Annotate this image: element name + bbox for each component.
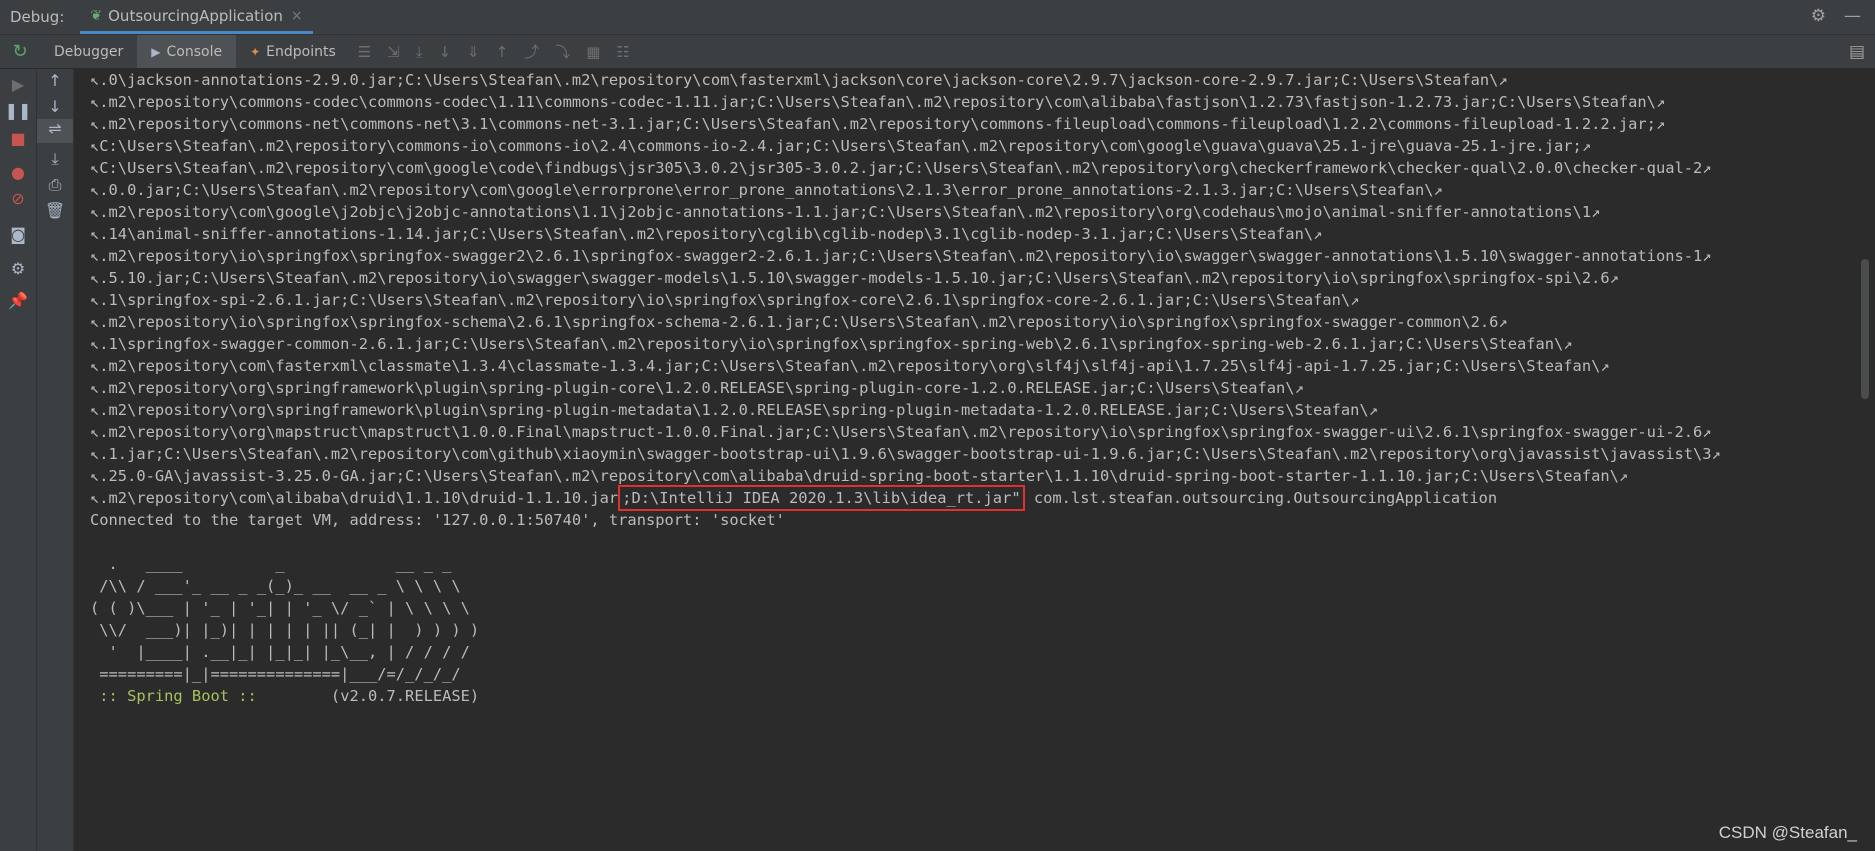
console-line: ↖C:\Users\Steafan\.m2\repository\commons… bbox=[90, 137, 1592, 155]
banner-line: /\\ / ___'_ __ _ _(_)_ __ __ _ \ \ \ \ bbox=[90, 577, 461, 595]
spring-boot-label: :: Spring Boot :: bbox=[90, 687, 331, 705]
spring-app-icon: ❦ bbox=[90, 7, 103, 24]
console-line: ↖.m2\repository\org\springframework\plug… bbox=[90, 379, 1304, 397]
console-output[interactable]: ↖.0\jackson-annotations-2.9.0.jar;C:\Use… bbox=[74, 69, 1855, 851]
connected-message: Connected to the target VM, address: '12… bbox=[90, 511, 785, 529]
tab-debugger-label: Debugger bbox=[54, 43, 124, 60]
scroll-to-end-icon[interactable]: ⤓ bbox=[37, 149, 73, 169]
step-out-icon[interactable]: ↑ bbox=[488, 43, 517, 61]
pause-icon[interactable]: ❚❚ bbox=[0, 101, 36, 120]
pin-icon[interactable]: 📌 bbox=[0, 291, 36, 310]
run-config-tab[interactable]: ❦ OutsourcingApplication × bbox=[80, 0, 313, 34]
banner-line: ( ( )\___ | '_ | '_| | '_ \/ _` | \ \ \ … bbox=[90, 599, 470, 617]
soft-wrap-icon[interactable]: ⇌ bbox=[37, 119, 73, 143]
evaluate-expression-icon[interactable]: ▦ bbox=[578, 43, 608, 61]
scrollbar-thumb[interactable] bbox=[1861, 259, 1869, 399]
console-line: ↖.m2\repository\com\google\j2objc\j2objc… bbox=[90, 203, 1601, 221]
run-to-cursor-icon[interactable]: ⤵ bbox=[547, 41, 578, 62]
view-breakpoints-icon[interactable]: ● bbox=[0, 163, 36, 182]
console-line: ↖.1.jar;C:\Users\Steafan\.m2\repository\… bbox=[90, 445, 1721, 463]
up-arrow-icon[interactable]: ↑ bbox=[37, 71, 73, 90]
stop-icon[interactable]: ■ bbox=[0, 129, 36, 148]
endpoints-icon: ✦ bbox=[250, 44, 261, 59]
console-line: ↖.m2\repository\io\springfox\springfox-s… bbox=[90, 313, 1508, 331]
rerun-icon[interactable]: ↻ bbox=[0, 41, 40, 62]
console-actions-strip: ↑ ↓ ⇌ ⤓ ⎙ 🗑 bbox=[37, 69, 74, 851]
spring-boot-version-line: :: Spring Boot :: (v2.0.7.RELEASE) bbox=[90, 685, 479, 707]
console-scrollbar[interactable] bbox=[1855, 69, 1875, 851]
console-line: ↖.m2\repository\org\springframework\plug… bbox=[90, 401, 1378, 419]
step-over-icon[interactable]: ⤓ bbox=[408, 43, 431, 61]
tab-debugger[interactable]: Debugger bbox=[40, 35, 137, 68]
console-line: ↖.m2\repository\commons-codec\commons-co… bbox=[90, 93, 1666, 111]
debug-label: Debug: bbox=[10, 8, 65, 26]
console-line: ↖.m2\repository\commons-net\commons-net\… bbox=[90, 115, 1666, 133]
force-step-into-icon[interactable]: ⇓ bbox=[459, 43, 488, 61]
console-line: ↖.1\springfox-swagger-common-2.6.1.jar;C… bbox=[90, 335, 1573, 353]
clear-all-icon[interactable]: 🗑 bbox=[37, 201, 73, 220]
menu-icon[interactable]: ☰ bbox=[350, 43, 379, 61]
down-arrow-icon[interactable]: ↓ bbox=[37, 97, 73, 116]
banner-line: . ____ _ __ _ _ bbox=[90, 555, 452, 573]
tab-endpoints-label: Endpoints bbox=[266, 43, 336, 60]
watermark: CSDN @Steafan_ bbox=[1718, 823, 1857, 842]
run-config-title: OutsourcingApplication bbox=[108, 6, 283, 25]
close-icon[interactable]: × bbox=[291, 8, 303, 24]
console-line: ↖C:\Users\Steafan\.m2\repository\com\goo… bbox=[90, 159, 1712, 177]
banner-line: =========|_|==============|___/=/_/_/_/ bbox=[90, 665, 461, 683]
console-line: ↖.1\springfox-spi-2.6.1.jar;C:\Users\Ste… bbox=[90, 291, 1360, 309]
highlighted-idea-rt-path: ;D:\IntelliJ IDEA 2020.1.3\lib\idea_rt.j… bbox=[618, 485, 1025, 511]
tab-console-label: Console bbox=[166, 43, 223, 60]
camera-icon[interactable]: ◙ bbox=[0, 225, 36, 244]
main-class-name: com.lst.steafan.outsourcing.OutsourcingA… bbox=[1024, 489, 1498, 507]
debug-actions-strip: ▶ ❚❚ ■ ● ⊘ ◙ ⚙ 📌 bbox=[0, 69, 37, 851]
resume-icon[interactable]: ▶ bbox=[0, 75, 36, 94]
banner-line: ' |____| .__|_| |_|_| |_\__, | / / / / bbox=[90, 643, 470, 661]
console-line: ↖.0.0.jar;C:\Users\Steafan\.m2\repositor… bbox=[90, 181, 1443, 199]
console-line: ↖.m2\repository\com\fasterxml\classmate\… bbox=[90, 357, 1610, 375]
minimize-icon[interactable]: — bbox=[1844, 6, 1861, 26]
console-line: ↖.25.0-GA\javassist-3.25.0-GA.jar;C:\Use… bbox=[90, 467, 1629, 485]
classpath-tail: ↖.m2\repository\com\alibaba\druid\1.1.10… bbox=[90, 489, 619, 507]
show-execution-point-icon[interactable]: ⇲ bbox=[379, 43, 408, 61]
settings-icon[interactable]: ⚙ bbox=[1811, 6, 1826, 26]
console-icon: ▶ bbox=[151, 44, 161, 59]
mute-breakpoints-icon[interactable]: ⊘ bbox=[0, 189, 36, 208]
layout-settings-icon[interactable]: ▤ bbox=[1849, 42, 1865, 62]
tab-endpoints[interactable]: ✦ Endpoints bbox=[236, 35, 350, 68]
console-line-last-classpath: ↖.m2\repository\com\alibaba\druid\1.1.10… bbox=[90, 485, 1498, 511]
banner-line: \\/ ___)| |_)| | | | | || (_| | ) ) ) ) bbox=[90, 621, 480, 639]
console-line: ↖.m2\repository\org\mapstruct\mapstruct\… bbox=[90, 423, 1712, 441]
trace-icon[interactable]: ☷ bbox=[608, 43, 637, 61]
console-line: ↖.m2\repository\io\springfox\springfox-s… bbox=[90, 247, 1712, 265]
debug-toolbar: ↻ Debugger ▶ Console ✦ Endpoints ☰ ⇲ ⤓ ↓… bbox=[0, 35, 1875, 69]
console-line: ↖.5.10.jar;C:\Users\Steafan\.m2\reposito… bbox=[90, 269, 1619, 287]
drop-frame-icon[interactable]: ⤴ bbox=[516, 41, 547, 62]
settings-icon[interactable]: ⚙ bbox=[0, 259, 36, 278]
console-line: ↖.0\jackson-annotations-2.9.0.jar;C:\Use… bbox=[90, 71, 1508, 89]
tab-console[interactable]: ▶ Console bbox=[137, 35, 237, 68]
print-icon[interactable]: ⎙ bbox=[37, 175, 73, 195]
spring-boot-version: (v2.0.7.RELEASE) bbox=[330, 687, 480, 705]
step-into-icon[interactable]: ↓ bbox=[430, 43, 459, 61]
console-line: ↖.14\animal-sniffer-annotations-1.14.jar… bbox=[90, 225, 1323, 243]
debug-titlebar: Debug: ❦ OutsourcingApplication × ⚙ — bbox=[0, 0, 1875, 35]
